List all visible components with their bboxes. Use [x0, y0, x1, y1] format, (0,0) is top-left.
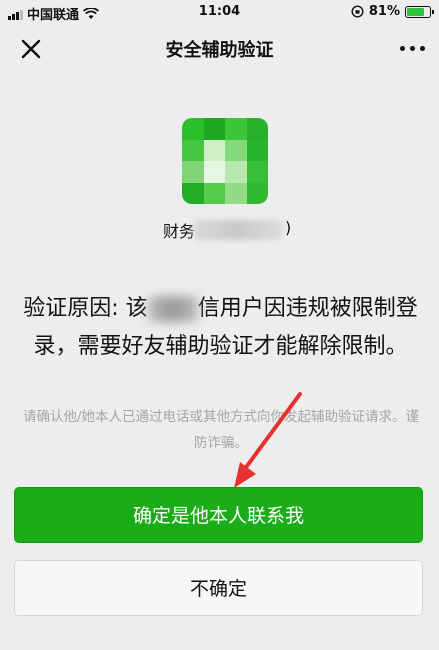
nickname: 财务 ) — [163, 218, 303, 242]
not-sure-button[interactable]: 不确定 — [14, 560, 423, 616]
status-bar: 中国联通 11:04 81% — [0, 0, 439, 26]
battery-icon — [405, 5, 434, 18]
nickname-blur-mask — [193, 220, 283, 240]
reason-blur-mask — [147, 296, 198, 322]
warning-hint: 请确认他/她本人已通过电话或其他方式向你发起辅助验证请求。谨防诈骗。 — [22, 409, 420, 451]
status-right: 81% — [351, 4, 434, 19]
navigation-bar: 安全辅助验证 — [0, 26, 439, 72]
reason-partial: 信 — [197, 296, 220, 321]
avatar — [182, 118, 268, 204]
battery-fill — [407, 7, 424, 16]
nickname-visible-end: ) — [285, 218, 292, 237]
nickname-visible-start: 财务 — [163, 222, 196, 241]
verification-reason: 验证原因: 该信用户因违规被限制登录，需要好友辅助验证才能解除限制。 — [18, 290, 423, 366]
page-title: 安全辅助验证 — [165, 40, 274, 61]
orientation-lock-icon — [351, 5, 364, 18]
battery-percent: 81% — [368, 4, 400, 19]
more-icon[interactable] — [400, 46, 425, 51]
reason-prefix: 验证原因: 该 — [23, 296, 148, 321]
confirm-button[interactable]: 确定是他本人联系我 — [14, 487, 423, 543]
